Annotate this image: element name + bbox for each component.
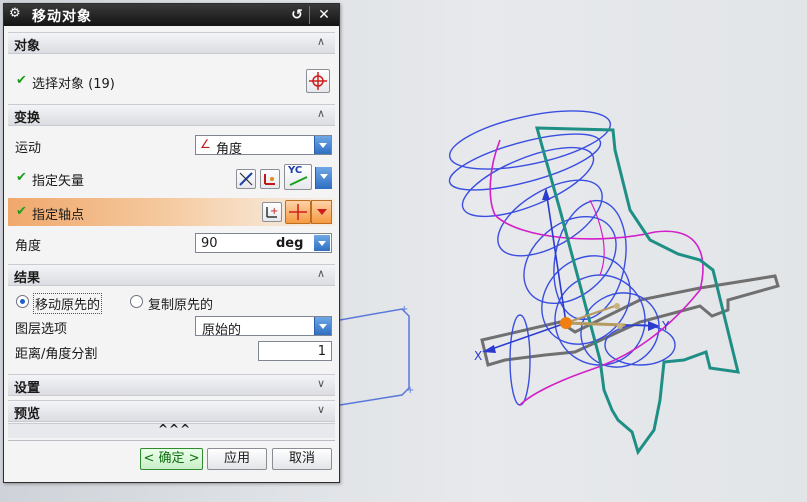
section-transform-header[interactable]: 变换 ∧ [8, 104, 335, 126]
point-marker: + [406, 385, 414, 396]
reverse-direction-icon [239, 172, 253, 186]
vector-type-button[interactable]: YC [284, 164, 312, 190]
motion-dropdown[interactable]: ∠ 角度 [195, 135, 332, 157]
specify-vector-label: 指定矢量 [32, 174, 85, 189]
check-icon: ✔ [16, 170, 27, 185]
angle-input[interactable]: 90 deg [195, 233, 332, 253]
result-mode-row: 移动原先的 复制原先的 [8, 291, 335, 314]
angle-row: 角度 90 deg [8, 232, 335, 254]
check-icon: ✔ [16, 204, 27, 219]
motion-value: 角度 [216, 142, 243, 157]
layer-option-dropdown[interactable]: 原始的 [195, 316, 332, 338]
section-object-label: 对象 [14, 39, 41, 54]
point-dialog-button[interactable]: + [262, 202, 282, 222]
chevron-down-icon[interactable] [317, 209, 327, 215]
check-icon: ✔ [16, 73, 27, 88]
distance-angle-input[interactable]: 1 [258, 341, 332, 361]
svg-text:+: + [270, 206, 278, 217]
distance-angle-value: 1 [317, 344, 326, 359]
origin-point [560, 317, 572, 329]
arrow-icon [289, 176, 308, 186]
section-preview-label: 预览 [14, 407, 41, 422]
crosshair-icon [289, 204, 307, 220]
section-settings-header[interactable]: 设置 ∨ [8, 374, 335, 396]
layer-option-value: 原始的 [202, 323, 242, 338]
axis-label-x: X [474, 349, 482, 363]
close-icon[interactable]: ✕ [316, 7, 332, 23]
chevron-up-icon[interactable]: ∧ [315, 36, 327, 48]
layer-option-row: 图层选项 原始的 [8, 315, 335, 338]
section-result-header[interactable]: 结果 ∧ [8, 264, 335, 286]
section-transform-label: 变换 [14, 111, 41, 126]
point-marker: + [400, 304, 408, 315]
specify-vector-row: ✔ 指定矢量 YC [8, 164, 335, 192]
gear-icon[interactable]: ⚙ [9, 7, 23, 21]
move-original-label[interactable]: 移动原先的 [33, 293, 103, 314]
collapse-icon: ^^^ [158, 422, 192, 436]
sketch-rectangle [339, 308, 410, 406]
select-object-button[interactable] [306, 69, 330, 93]
axis-label-y: Y [661, 319, 670, 333]
section-result-label: 结果 [14, 271, 41, 286]
chevron-down-icon [318, 241, 326, 246]
point-dialog-icon: + [266, 206, 278, 218]
vector-dialog-icon [264, 174, 275, 185]
vector-dialog-button[interactable] [260, 169, 280, 189]
reset-icon[interactable]: ↺ [289, 7, 305, 23]
chevron-down-icon[interactable]: ∨ [315, 378, 327, 390]
section-preview-header[interactable]: 预览 ∨ [8, 400, 335, 422]
point-type-button[interactable] [285, 200, 311, 224]
move-original-radio[interactable] [16, 295, 29, 308]
ok-button[interactable]: < 确定 > [140, 448, 203, 470]
motion-label: 运动 [15, 141, 42, 156]
copy-original-radio[interactable] [130, 295, 143, 308]
chevron-down-icon[interactable]: ∨ [315, 404, 327, 416]
dialog-title: 移动对象 [32, 9, 92, 25]
move-object-dialog: ⚙ 移动对象 ↺ ✕ 对象 ∧ ✔ 选择对象 (19) 变换 ∧ 运动 ∠ 角度 [3, 3, 340, 483]
cancel-button[interactable]: 取消 [272, 448, 332, 470]
motion-row: 运动 ∠ 角度 [8, 134, 335, 157]
crosshair-icon [309, 72, 327, 90]
select-object-label: 选择对象 (19) [32, 77, 115, 92]
angle-unit: deg [276, 236, 304, 251]
unit-menu-button[interactable] [314, 235, 330, 251]
select-object-row[interactable]: ✔ 选择对象 (19) [8, 66, 335, 94]
chevron-down-icon[interactable] [314, 317, 331, 335]
chevron-down-icon[interactable] [314, 136, 331, 154]
chevron-up-icon[interactable]: ∧ [315, 268, 327, 280]
angle-motion-icon: ∠ [200, 137, 211, 151]
distance-angle-row: 距离/角度分割 1 [8, 340, 335, 362]
chevron-down-icon[interactable] [315, 167, 332, 189]
section-settings-label: 设置 [14, 381, 41, 396]
collapse-dialog-bar[interactable]: ^^^ [8, 422, 335, 438]
angle-label: 角度 [15, 239, 42, 254]
copy-original-label[interactable]: 复制原先的 [148, 294, 213, 313]
reverse-direction-button[interactable] [236, 169, 256, 189]
point-type-dropdown[interactable] [311, 200, 332, 224]
angle-value: 90 [201, 236, 218, 251]
section-object-header[interactable]: 对象 ∧ [8, 32, 335, 54]
apply-button[interactable]: 应用 [207, 448, 267, 470]
layer-option-label: 图层选项 [15, 322, 68, 337]
distance-angle-label: 距离/角度分割 [15, 347, 98, 362]
vector-type-dropdown[interactable] [312, 167, 332, 189]
specify-pivot-row[interactable]: ✔ 指定轴点 + [8, 198, 335, 226]
specify-pivot-label: 指定轴点 [32, 208, 85, 223]
chevron-up-icon[interactable]: ∧ [315, 108, 327, 120]
dialog-titlebar[interactable]: ⚙ 移动对象 ↺ ✕ [4, 4, 339, 26]
